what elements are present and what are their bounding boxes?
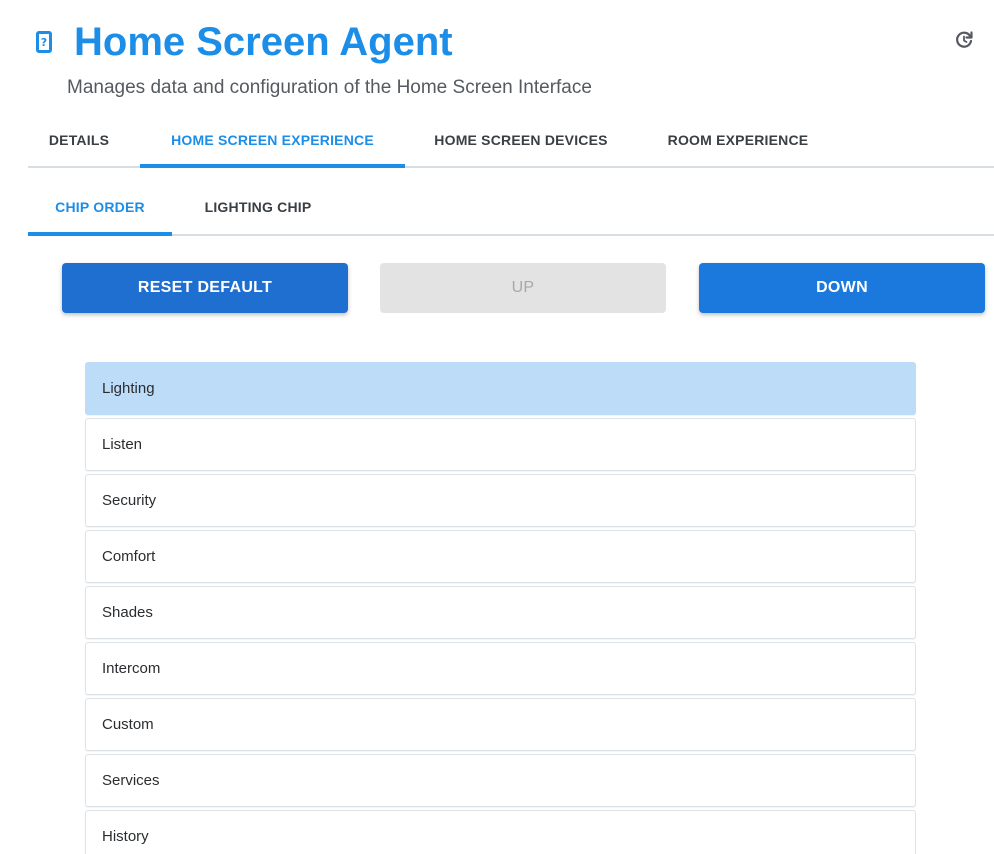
list-item-label: Custom: [102, 716, 154, 733]
tab-chip-order[interactable]: CHIP ORDER: [28, 180, 172, 236]
page-title: Home Screen Agent: [74, 20, 453, 64]
list-item-label: Listen: [102, 436, 143, 453]
home-screen-agent-page: ? Home Screen Agent Manages data and con…: [0, 0, 994, 854]
sub-tab-bar: CHIP ORDER LIGHTING CHIP: [28, 180, 994, 236]
list-item-custom[interactable]: Custom: [85, 698, 916, 751]
tab-details[interactable]: DETAILS: [38, 114, 120, 166]
list-item-label: Intercom: [102, 660, 161, 677]
list-item-label: Lighting: [102, 380, 155, 397]
list-item-label: Shades: [102, 604, 153, 621]
list-item-lighting[interactable]: Lighting: [85, 362, 916, 415]
page-header: ? Home Screen Agent: [36, 18, 453, 66]
list-item-label: History: [102, 828, 149, 845]
list-item-shades[interactable]: Shades: [85, 586, 916, 639]
tab-label: CHIP ORDER: [55, 199, 145, 215]
list-item-label: Comfort: [102, 548, 156, 565]
list-item-listen[interactable]: Listen: [85, 418, 916, 471]
page-subtitle: Manages data and configuration of the Ho…: [67, 77, 592, 98]
tab-home-screen-experience[interactable]: HOME SCREEN EXPERIENCE: [140, 114, 405, 168]
reset-default-button[interactable]: RESET DEFAULT: [62, 263, 348, 313]
active-tab-indicator: [140, 164, 405, 168]
list-item-label: Services: [102, 772, 160, 789]
tab-home-screen-devices[interactable]: HOME SCREEN DEVICES: [421, 114, 621, 166]
list-item-services[interactable]: Services: [85, 754, 916, 807]
list-item-comfort[interactable]: Comfort: [85, 530, 916, 583]
list-item-history[interactable]: History: [85, 810, 916, 854]
refresh-icon[interactable]: [952, 28, 976, 52]
main-tab-bar: DETAILS HOME SCREEN EXPERIENCE HOME SCRE…: [28, 114, 994, 168]
tab-label: ROOM EXPERIENCE: [667, 132, 809, 148]
help-device-icon: ?: [36, 31, 52, 53]
list-item-label: Security: [102, 492, 157, 509]
tab-label: HOME SCREEN EXPERIENCE: [171, 132, 374, 148]
tab-label: LIGHTING CHIP: [204, 199, 312, 215]
tab-lighting-chip[interactable]: LIGHTING CHIP: [188, 180, 328, 234]
tab-label: DETAILS: [48, 132, 110, 148]
up-button[interactable]: UP: [380, 263, 666, 313]
list-item-intercom[interactable]: Intercom: [85, 642, 916, 695]
tab-label: HOME SCREEN DEVICES: [434, 132, 608, 148]
active-tab-indicator: [28, 232, 172, 236]
down-button[interactable]: DOWN: [699, 263, 985, 313]
chip-order-list: Lighting Listen Security Comfort Shades …: [85, 362, 916, 854]
tab-room-experience[interactable]: ROOM EXPERIENCE: [648, 114, 828, 166]
list-item-security[interactable]: Security: [85, 474, 916, 527]
